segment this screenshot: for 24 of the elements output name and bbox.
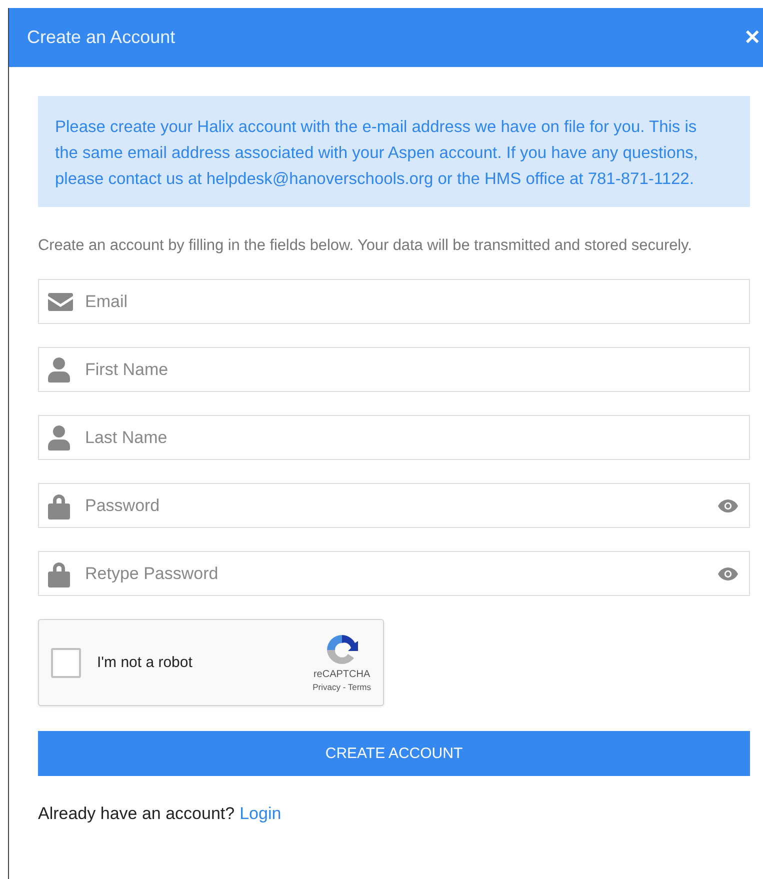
dialog-title: Create an Account [27,27,176,48]
input-field[interactable]: Password [38,483,750,528]
instructions-text: Create an account by filling in the fields below. Your data will be transmitted and stored securely. [38,237,693,255]
recaptcha-logo-icon [324,633,359,667]
info-notice: Please create your Halix account with the e-mail address we have on file for you. This is the same email address associated with your Aspen account. If you have any questions, please contact us at helpdesk@hanoverschools.org or the HMS office at 781-871-1122. [38,96,750,207]
login-link[interactable]: Login [240,804,282,824]
recaptcha-brand: reCAPTCHA [313,669,370,680]
eye-icon[interactable] [718,499,738,512]
eye-icon[interactable] [718,567,738,580]
input-field[interactable]: Last Name [38,415,750,460]
close-button[interactable]: ✕ [744,25,761,50]
person-icon [48,425,70,450]
lock-icon [48,492,70,519]
person-icon [48,357,70,382]
input-field[interactable]: First Name [38,347,750,392]
envelope-icon [48,292,73,310]
lock-icon [48,560,70,587]
input-field[interactable]: Email [38,279,750,324]
create-account-button[interactable]: CREATE ACCOUNT [38,731,750,776]
login-prompt: Already have an account? [38,804,235,824]
input-field[interactable]: Retype Password [38,551,750,596]
privacy-terms-link[interactable]: Privacy - Terms [312,682,371,692]
captcha-checkbox[interactable] [51,648,81,678]
captcha-label: I'm not a robot [97,654,194,671]
